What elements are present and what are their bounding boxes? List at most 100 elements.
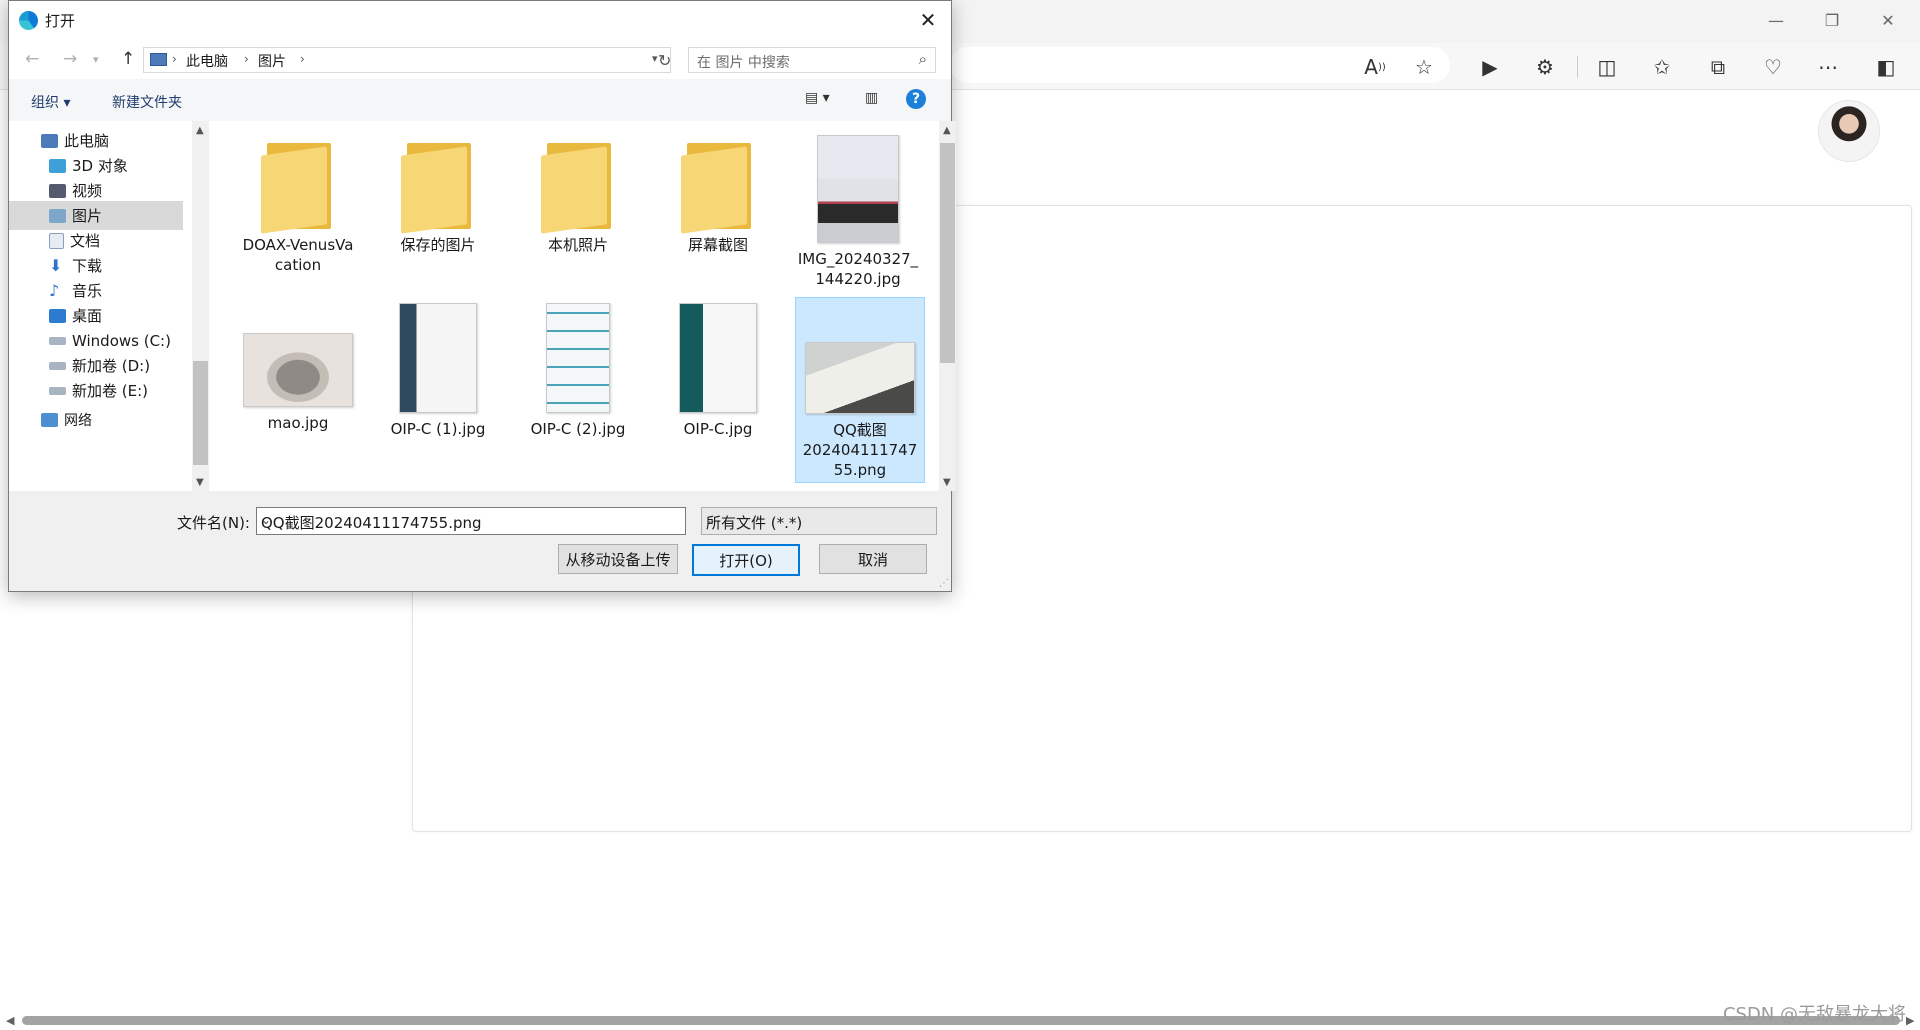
- file-item[interactable]: OIP-C.jpg: [649, 295, 787, 439]
- this-pc-icon: [150, 53, 167, 66]
- open-file-dialog: 打开 ✕ ← → ▾ ↑ › 此电脑 › 图片 › ▾ ↻ 在 图片 中搜索 ⌕…: [8, 0, 956, 592]
- play-icon[interactable]: ▶: [1475, 52, 1505, 82]
- file-name: 屏幕截图: [687, 236, 748, 254]
- filename-field[interactable]: QQ截图20240411174755.png ⌄: [256, 507, 686, 535]
- restore-button[interactable]: ❐: [1804, 0, 1860, 40]
- filename-label: 文件名(N):: [177, 514, 250, 532]
- breadcrumb-item-pictures[interactable]: 图片: [258, 51, 286, 71]
- preview-pane-icon[interactable]: ▥: [865, 90, 878, 106]
- help-icon[interactable]: ?: [906, 89, 926, 109]
- this-pc-icon: [41, 133, 58, 148]
- tree-item-label: 新加卷 (E:): [72, 382, 149, 400]
- organize-menu[interactable]: 组织 ▾: [31, 92, 70, 112]
- breadcrumb[interactable]: › 此电脑 › 图片 › ▾: [143, 47, 671, 73]
- drive-e-icon: [49, 386, 66, 395]
- avatar[interactable]: [1818, 100, 1880, 162]
- collections-icon[interactable]: ⧉: [1703, 52, 1733, 82]
- tree-item-label: Windows (C:): [72, 331, 171, 350]
- search-placeholder: 在 图片 中搜索: [697, 55, 790, 71]
- file-item[interactable]: OIP-C (1).jpg: [369, 295, 507, 439]
- image-thumbnail: [243, 333, 353, 407]
- restore-icon: ❐: [1824, 10, 1840, 30]
- back-arrow-icon[interactable]: ←: [25, 49, 39, 69]
- extensions-icon[interactable]: ⚙: [1530, 52, 1560, 82]
- breadcrumb-separator: ›: [300, 52, 305, 66]
- image-thumbnail: [399, 303, 477, 413]
- new-folder-button[interactable]: 新建文件夹: [112, 92, 182, 112]
- dialog-title: 打开: [45, 12, 76, 30]
- minimize-icon: —: [1768, 10, 1784, 30]
- search-input[interactable]: 在 图片 中搜索 ⌕: [688, 47, 936, 73]
- cancel-button[interactable]: 取消: [819, 544, 927, 574]
- breadcrumb-separator: ›: [172, 52, 177, 66]
- scroll-down-icon[interactable]: ▼: [196, 477, 204, 488]
- file-item[interactable]: 本机照片: [509, 127, 647, 255]
- resize-grip-icon[interactable]: ⋰: [939, 578, 949, 589]
- scroll-down-icon[interactable]: ▼: [943, 477, 951, 488]
- toolbar-divider: [1577, 56, 1578, 78]
- split-screen-icon[interactable]: ◫: [1592, 52, 1622, 82]
- minimize-button[interactable]: —: [1748, 0, 1804, 40]
- read-aloud-icon[interactable]: A)): [1360, 52, 1390, 82]
- navigation-bar: ← → ▾ ↑ › 此电脑 › 图片 › ▾ ↻ 在 图片 中搜索 ⌕: [9, 39, 951, 79]
- up-arrow-icon[interactable]: ↑: [121, 49, 135, 69]
- horizontal-scroll-thumb[interactable]: [22, 1016, 1900, 1025]
- file-item[interactable]: 屏幕截图: [649, 127, 787, 255]
- recent-locations-icon[interactable]: ▾: [93, 53, 99, 66]
- close-window-button[interactable]: ✕: [1860, 0, 1916, 40]
- dialog-close-button[interactable]: ✕: [905, 1, 951, 39]
- tree-item-label: 图片: [72, 207, 103, 225]
- pictures-icon: [49, 208, 66, 223]
- file-name: 保存的图片: [400, 236, 476, 254]
- folder-icon: [261, 135, 335, 234]
- folder-icon: [541, 135, 615, 234]
- file-name: mao.jpg: [267, 414, 329, 432]
- chevron-down-icon[interactable]: ⌄: [261, 513, 679, 527]
- file-name: 202404111747: [802, 441, 918, 459]
- tree-item-label: 此电脑: [64, 132, 110, 150]
- file-name: IMG_20240327_: [797, 250, 919, 268]
- drive-c-icon: [49, 336, 66, 345]
- downloads-icon: ⬇: [49, 255, 63, 275]
- documents-icon: [49, 232, 64, 249]
- tree-item-label: 视频: [72, 182, 103, 200]
- sidebar-icon[interactable]: ◧: [1871, 52, 1901, 82]
- favorite-star-icon[interactable]: ☆: [1409, 52, 1439, 82]
- file-item[interactable]: DOAX-VenusVa cation: [229, 127, 367, 275]
- file-item-selected[interactable]: QQ截图 202404111747 55.png: [795, 297, 925, 483]
- tree-item-label: 3D 对象: [72, 157, 128, 175]
- scroll-left-icon[interactable]: ◀: [6, 1014, 14, 1027]
- file-item[interactable]: mao.jpg: [229, 295, 367, 433]
- tree-item-label: 下载: [72, 257, 103, 275]
- more-icon[interactable]: ⋯: [1813, 52, 1843, 82]
- 3d-objects-icon: [49, 158, 66, 173]
- file-list-scrollbar[interactable]: ▲ ▼: [939, 121, 956, 491]
- command-bar: 组织 ▾ 新建文件夹 ▤ ▾ ▥ ?: [9, 79, 951, 122]
- chevron-down-icon[interactable]: ▾: [652, 52, 658, 65]
- upload-from-mobile-button[interactable]: 从移动设备上传: [558, 544, 678, 574]
- file-scroll-thumb[interactable]: [940, 143, 955, 363]
- favorites-icon[interactable]: ✩: [1647, 52, 1677, 82]
- open-button[interactable]: 打开(O): [692, 544, 800, 576]
- file-name: OIP-C (2).jpg: [530, 420, 626, 438]
- forward-arrow-icon[interactable]: →: [63, 49, 77, 69]
- file-name: 本机照片: [547, 236, 608, 254]
- scroll-up-icon[interactable]: ▲: [943, 125, 951, 136]
- file-item[interactable]: 保存的图片: [369, 127, 507, 255]
- browser-essentials-icon[interactable]: ♡: [1758, 52, 1788, 82]
- scroll-right-icon[interactable]: ▶: [1906, 1014, 1914, 1027]
- breadcrumb-item-this-pc[interactable]: 此电脑: [186, 51, 228, 71]
- scroll-up-icon[interactable]: ▲: [196, 125, 204, 136]
- filetype-select[interactable]: 所有文件 (*.*) ⌄: [701, 507, 937, 535]
- refresh-icon[interactable]: ↻: [658, 51, 671, 70]
- tree-scroll-thumb[interactable]: [193, 361, 208, 465]
- file-item[interactable]: IMG_20240327_ 144220.jpg: [789, 127, 927, 289]
- tree-item-label: 音乐: [72, 282, 103, 300]
- tree-item-drive-e[interactable]: 新加卷 (E:): [9, 376, 183, 405]
- desktop-icon: [49, 308, 66, 323]
- view-options-icon[interactable]: ▤ ▾: [805, 90, 830, 106]
- file-item[interactable]: OIP-C (2).jpg: [509, 295, 647, 439]
- tree-item-network[interactable]: 网络: [9, 405, 183, 434]
- chevron-down-icon: ⌄: [706, 513, 717, 527]
- tree-scrollbar[interactable]: ▲ ▼: [192, 121, 209, 491]
